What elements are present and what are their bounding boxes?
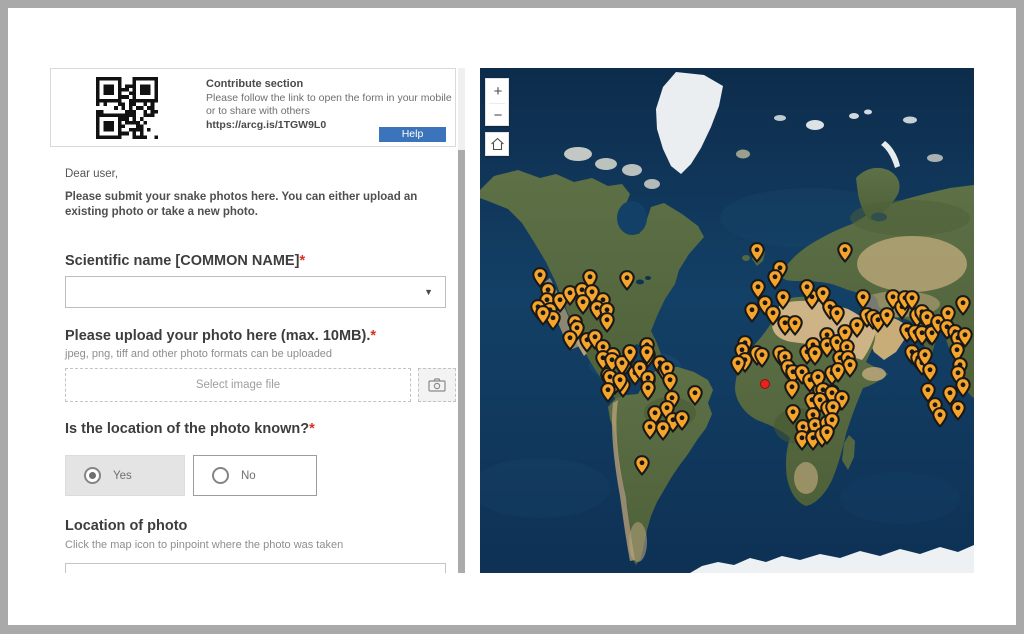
select-image-file-button[interactable]: Select image file	[65, 368, 411, 402]
map-pin[interactable]	[655, 420, 671, 441]
greeting-text: Dear user,	[65, 168, 118, 180]
map-pin[interactable]	[619, 270, 635, 291]
screenshot-frame: Contribute section Please follow the lin…	[0, 0, 1024, 634]
map-pin[interactable]	[955, 377, 971, 398]
contribute-text-block: Contribute section Please follow the lin…	[206, 78, 452, 131]
map-pin[interactable]	[639, 344, 655, 365]
radio-icon	[84, 467, 101, 484]
map-pin[interactable]	[830, 362, 846, 383]
scientific-name-label: Scientific name [COMMON NAME]*	[65, 253, 305, 269]
required-asterisk: *	[299, 253, 305, 269]
map-pin[interactable]	[600, 382, 616, 403]
option-yes[interactable]: Yes	[65, 455, 185, 496]
help-button[interactable]: Help	[379, 127, 446, 142]
location-known-label: Is the location of the photo known?*	[65, 421, 315, 437]
location-known-options: Yes No	[65, 455, 317, 496]
chevron-down-icon: ▼	[424, 287, 433, 297]
photo-upload-label: Please upload your photo here (max. 10MB…	[65, 328, 376, 344]
map-pin[interactable]	[922, 362, 938, 383]
map-pin[interactable]	[932, 407, 948, 428]
scientific-name-label-text: Scientific name [COMMON NAME]	[65, 253, 299, 269]
upload-placeholder: Select image file	[196, 379, 280, 391]
map-pin[interactable]	[634, 455, 650, 476]
map-pin[interactable]	[955, 295, 971, 316]
map-pin[interactable]	[784, 379, 800, 400]
map-pin[interactable]	[754, 347, 770, 368]
option-yes-label: Yes	[113, 470, 132, 482]
location-of-photo-hint: Click the map icon to pinpoint where the…	[65, 539, 343, 551]
map-pin-layer	[480, 68, 974, 573]
zoom-in-button[interactable]: +	[486, 79, 510, 103]
map-pin[interactable]	[749, 242, 765, 263]
contribute-card: Contribute section Please follow the lin…	[50, 68, 456, 147]
map-pin[interactable]	[687, 385, 703, 406]
map-pin[interactable]	[787, 315, 803, 336]
map-pin[interactable]	[562, 330, 578, 351]
required-asterisk: *	[309, 421, 315, 437]
option-no[interactable]: No	[193, 455, 317, 496]
survey123-page: Contribute section Please follow the lin…	[8, 8, 1016, 625]
map-pin[interactable]	[535, 305, 551, 326]
qr-code	[96, 77, 158, 139]
map-pin[interactable]	[837, 242, 853, 263]
map-pin[interactable]	[767, 269, 783, 290]
home-icon	[490, 137, 505, 151]
scientific-name-select[interactable]: ▼	[65, 276, 446, 308]
map-pin[interactable]	[819, 424, 835, 445]
required-asterisk: *	[370, 328, 376, 344]
map-pin[interactable]	[640, 380, 656, 401]
map-pin[interactable]	[879, 307, 895, 328]
map-panel[interactable]: + −	[480, 68, 974, 573]
map-pin[interactable]	[799, 279, 815, 300]
home-button[interactable]	[485, 132, 509, 156]
photo-upload-label-text: Please upload your photo here (max. 10MB…	[65, 328, 370, 344]
divider	[489, 103, 505, 104]
scrollbar-thumb[interactable]	[458, 150, 465, 573]
contribute-title: Contribute section	[206, 78, 452, 90]
location-input-partial[interactable]	[65, 563, 446, 573]
map-pin[interactable]	[744, 302, 760, 323]
intro-message: Please submit your snake photos here. Yo…	[65, 190, 456, 220]
zoom-control: + −	[485, 78, 509, 126]
photo-upload-hint: jpeg, png, tiff and other photo formats …	[65, 348, 332, 360]
radio-icon	[212, 467, 229, 484]
option-no-label: No	[241, 470, 256, 482]
location-known-label-text: Is the location of the photo known?	[65, 421, 309, 437]
contribute-description: Please follow the link to open the form …	[206, 92, 452, 118]
map-pin[interactable]	[950, 400, 966, 421]
camera-icon	[428, 378, 446, 392]
location-of-photo-label: Location of photo	[65, 518, 187, 534]
survey-form-panel: Contribute section Please follow the lin…	[50, 68, 456, 573]
map-pin[interactable]	[730, 355, 746, 376]
red-dot-marker[interactable]	[760, 379, 770, 389]
form-scrollbar[interactable]	[458, 68, 465, 573]
zoom-out-button[interactable]: −	[486, 103, 510, 127]
map-pin[interactable]	[674, 410, 690, 431]
map-pin[interactable]	[829, 305, 845, 326]
camera-button[interactable]	[418, 368, 456, 402]
